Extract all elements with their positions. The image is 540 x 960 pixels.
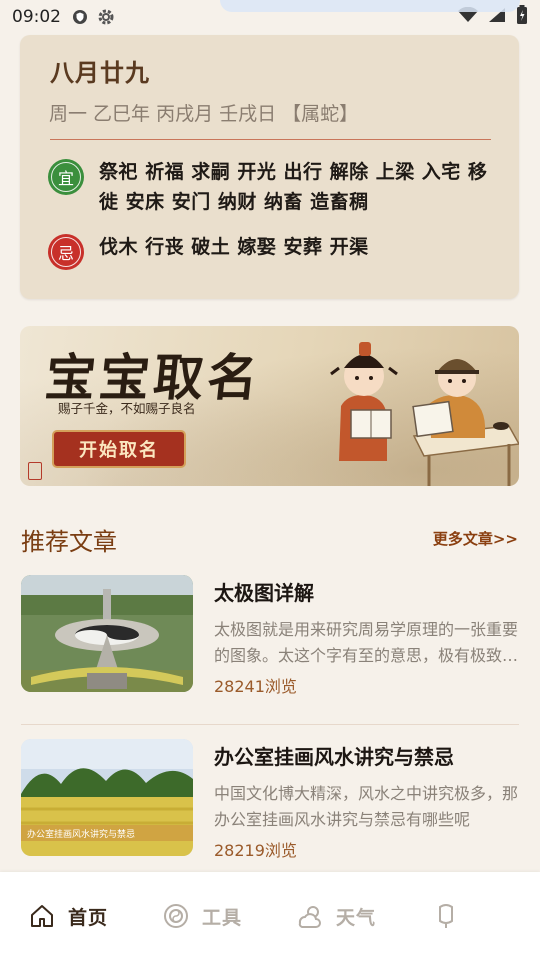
article-title: 办公室挂画风水讲究与禁忌 bbox=[214, 745, 454, 769]
baby-naming-banner[interactable]: 宝宝取名 赐子千金，不如赐子良名 开始取名 bbox=[20, 326, 519, 486]
yi-row: 宜 祭祀 祈福 求嗣 开光 出行 解除 上梁 入宅 移徙 安床 安门 纳财 纳畜… bbox=[48, 157, 489, 217]
article-item[interactable]: 办公室挂画风水讲究与禁忌 办公室挂画风水讲究与禁忌 中国文化博大精深，风水之中讲… bbox=[21, 739, 519, 860]
ji-row: 忌 伐木 行丧 破土 嫁娶 安葬 开渠 bbox=[48, 232, 489, 270]
almanac-card[interactable]: 八月廿九 周一 乙巳年 丙戌月 壬戌日 【属蛇】 宜 祭祀 祈福 求嗣 开光 出… bbox=[20, 35, 519, 299]
start-naming-button[interactable]: 开始取名 bbox=[52, 430, 186, 468]
lunar-date: 八月廿九 bbox=[50, 58, 150, 87]
status-pill bbox=[220, 0, 520, 12]
ji-badge-label: 忌 bbox=[57, 244, 74, 263]
weather-icon bbox=[296, 902, 324, 930]
nav-weather-label: 天气 bbox=[336, 906, 377, 929]
article-divider bbox=[21, 724, 519, 725]
card-divider bbox=[50, 139, 491, 140]
seal-stamp-icon bbox=[28, 462, 42, 480]
battery-icon bbox=[516, 5, 528, 29]
yi-badge-label: 宜 bbox=[57, 169, 74, 188]
article-summary: 中国文化博大精深，风水之中讲究极多，那办公室挂画风水讲究与禁忌有哪些呢 bbox=[214, 784, 519, 829]
status-time: 09:02 bbox=[12, 7, 61, 27]
nav-profile[interactable] bbox=[432, 888, 472, 944]
bagua-icon bbox=[162, 902, 190, 930]
nav-tools-label: 工具 bbox=[202, 906, 243, 929]
article-views: 28241浏览 bbox=[214, 677, 297, 696]
article-title: 太极图详解 bbox=[214, 581, 314, 605]
yi-items: 祭祀 祈福 求嗣 开光 出行 解除 上梁 入宅 移徙 安床 安门 纳财 纳畜 造… bbox=[99, 161, 488, 213]
scholars-illustration bbox=[330, 342, 519, 486]
nav-weather[interactable]: 天气 bbox=[296, 888, 376, 944]
banner-subtitle: 赐子千金，不如赐子良名 bbox=[58, 401, 196, 416]
nav-tools[interactable]: 工具 bbox=[162, 888, 242, 944]
vpn-shield-icon bbox=[71, 8, 89, 26]
home-icon bbox=[28, 902, 56, 930]
taiji-thumbnail bbox=[21, 575, 193, 692]
thumbnail-caption: 办公室挂画风水讲究与禁忌 bbox=[27, 828, 135, 840]
ji-badge: 忌 bbox=[48, 234, 84, 270]
more-articles-link[interactable]: 更多文章>> bbox=[433, 528, 518, 549]
section-title: 推荐文章 bbox=[21, 528, 117, 556]
yi-badge: 宜 bbox=[48, 159, 84, 195]
ji-items: 伐木 行丧 破土 嫁娶 安葬 开渠 bbox=[99, 236, 369, 258]
status-bar: 09:02 bbox=[0, 0, 540, 34]
profile-icon bbox=[432, 902, 460, 930]
nav-home-label: 首页 bbox=[68, 906, 109, 929]
article-summary: 太极图就是用来研究周易学原理的一张重要的图象。太这个字有至的意思，极有极致的意思 bbox=[214, 620, 519, 665]
article-views: 28219浏览 bbox=[214, 841, 297, 860]
nav-home[interactable]: 首页 bbox=[28, 888, 108, 944]
settings-gear-icon bbox=[97, 8, 115, 26]
ganzhi-line: 周一 乙巳年 丙戌月 壬戌日 【属蛇】 bbox=[49, 103, 359, 125]
office-painting-thumbnail: 办公室挂画风水讲究与禁忌 bbox=[21, 739, 193, 856]
bottom-nav: 首页 工具 天气 bbox=[0, 872, 540, 960]
article-item[interactable]: 太极图详解 太极图就是用来研究周易学原理的一张重要的图象。太这个字有至的意思，极… bbox=[21, 575, 519, 696]
